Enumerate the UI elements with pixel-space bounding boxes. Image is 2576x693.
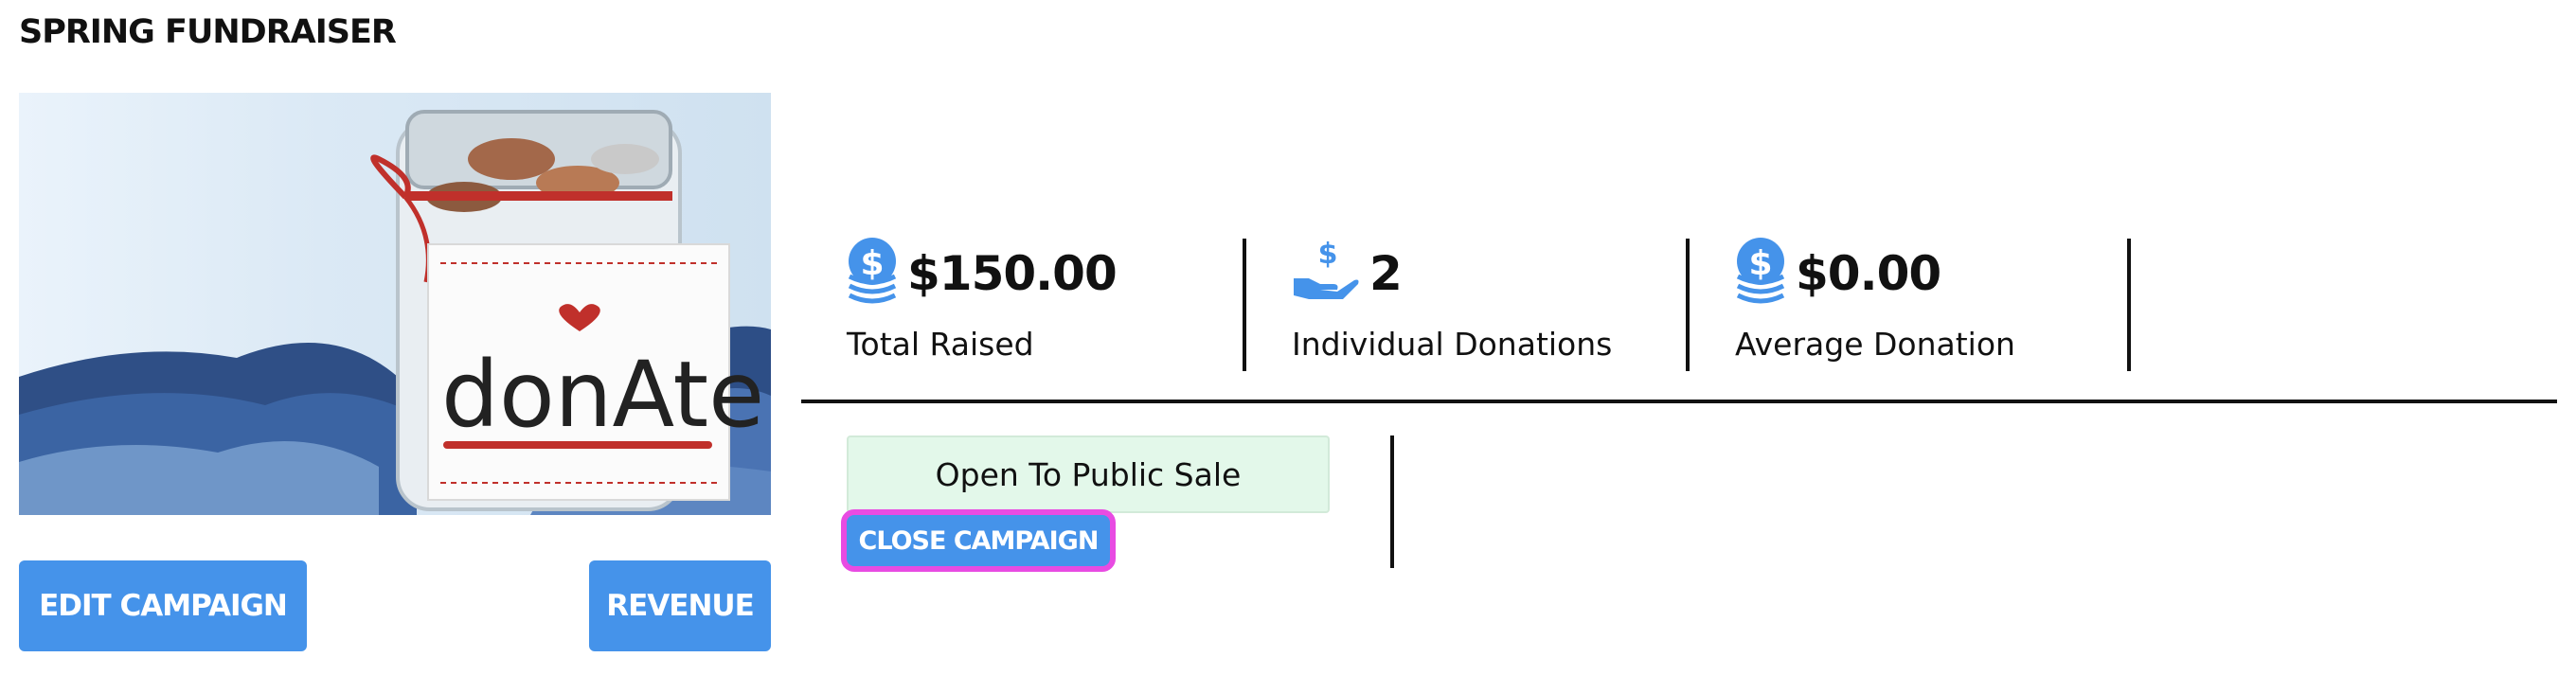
- section-divider: [801, 400, 2557, 403]
- svg-text:$: $: [1748, 244, 1772, 283]
- average-donation-label: Average Donation: [1735, 326, 2015, 363]
- stat-individual-donations: $ 2 Individual Donations: [1292, 237, 1671, 369]
- jar-label-text: donAte: [441, 342, 764, 448]
- svg-text:$: $: [860, 244, 884, 283]
- edit-campaign-button[interactable]: EDIT CAMPAIGN: [19, 560, 307, 651]
- individual-donations-value: 2: [1369, 246, 1403, 301]
- stat-average-donation: $ $0.00 Average Donation: [1735, 237, 2114, 369]
- campaign-image: donAte: [19, 93, 771, 515]
- coin-stack-icon: $: [847, 237, 898, 314]
- stat-divider: [1686, 239, 1690, 371]
- total-raised-label: Total Raised: [847, 326, 1034, 363]
- status-divider: [1390, 435, 1394, 568]
- stat-total-raised: $ $150.00 Total Raised: [847, 237, 1225, 369]
- status-badge: Open To Public Sale: [847, 435, 1330, 513]
- stat-divider: [2127, 239, 2131, 371]
- svg-text:$: $: [1318, 238, 1338, 271]
- coin-stack-icon: $: [1735, 237, 1786, 314]
- stat-divider: [1243, 239, 1246, 371]
- average-donation-value: $0.00: [1796, 246, 1941, 301]
- page-title: SPRING FUNDRAISER: [19, 13, 397, 51]
- revenue-button[interactable]: REVENUE: [589, 560, 771, 651]
- total-raised-value: $150.00: [907, 246, 1118, 301]
- hand-dollar-icon: $: [1292, 237, 1360, 307]
- individual-donations-label: Individual Donations: [1292, 326, 1613, 363]
- close-campaign-button[interactable]: CLOSE CAMPAIGN: [841, 509, 1116, 572]
